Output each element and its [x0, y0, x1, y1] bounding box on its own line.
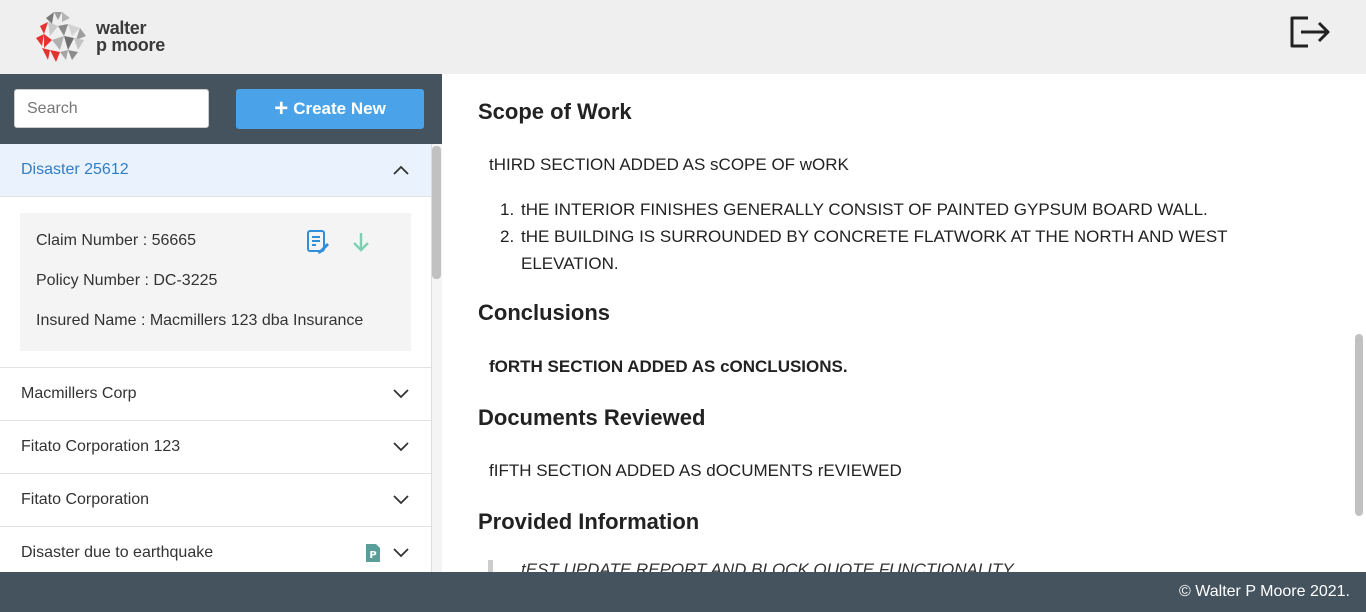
scope-heading: Scope of Work — [478, 99, 632, 124]
chevron-down-icon[interactable] — [393, 495, 409, 505]
claim-number: Claim Number : 56665 — [36, 232, 197, 249]
documents-heading: Documents Reviewed — [478, 405, 706, 430]
list-item-title: Disaster 25612 — [21, 161, 129, 178]
list-item-title: Macmillers Corp — [21, 385, 137, 402]
edit-document-icon[interactable] — [306, 229, 330, 255]
footer: © Walter P Moore 2021. — [0, 572, 1366, 612]
list-item-title: Fitato Corporation 123 — [21, 438, 181, 455]
search-input[interactable] — [14, 89, 209, 128]
provided-blockquote: tEST UPDATE REPORT AND BLOCK QUOTE FUNCT… — [488, 560, 1188, 572]
policy-number: Policy Number : DC-3225 — [36, 272, 218, 289]
sidebar-scrollbar-thumb[interactable] — [432, 146, 441, 279]
logout-icon — [1290, 16, 1330, 48]
expanded-details: Claim Number : 56665 Policy Number : DC-… — [0, 197, 431, 368]
logo-wordmark: walter p moore — [96, 19, 165, 55]
list-item: 1. tHE INTERIOR FINISHES GENERALLY CONSI… — [500, 196, 1320, 223]
list-text: tHE INTERIOR FINISHES GENERALLY CONSIST … — [521, 200, 1208, 219]
list-text: tHE BUILDING IS SURROUNDED BY CONCRETE F… — [521, 227, 1228, 273]
claim-card: Claim Number : 56665 Policy Number : DC-… — [20, 213, 411, 351]
logo-text-line2: p moore — [96, 35, 165, 55]
scope-text: tHIRD SECTION ADDED AS sCOPE OF wORK — [489, 155, 849, 174]
claims-list: Disaster 25612 Claim Number : 56665 Poli… — [0, 144, 432, 572]
provided-heading: Provided Information — [478, 509, 700, 534]
plus-icon: + — [274, 95, 289, 122]
documents-text: fIFTH SECTION ADDED AS dOCUMENTS rEVIEWE… — [489, 461, 902, 480]
list-item-title: Fitato Corporation — [21, 491, 150, 508]
list-item-disaster-25612[interactable]: Disaster 25612 — [0, 144, 431, 197]
app-header: walter p moore — [0, 0, 1366, 74]
list-item-macmillers-corp[interactable]: Macmillers Corp — [0, 368, 431, 421]
copyright-text: © Walter P Moore 2021. — [1179, 583, 1350, 600]
chevron-down-icon[interactable] — [393, 442, 409, 452]
p-document-icon[interactable]: P — [365, 543, 381, 563]
list-number: 2. — [500, 227, 515, 246]
chevron-down-icon[interactable] — [393, 548, 409, 558]
scope-list: 1. tHE INTERIOR FINISHES GENERALLY CONSI… — [500, 196, 1320, 277]
content-scrollbar-thumb[interactable] — [1355, 334, 1363, 516]
chevron-down-icon[interactable] — [393, 389, 409, 399]
conclusions-text: fORTH SECTION ADDED AS cONCLUSIONS. — [489, 357, 848, 376]
brand-logo[interactable]: walter p moore — [34, 10, 194, 64]
report-content: Scope of Work tHIRD SECTION ADDED AS sCO… — [442, 74, 1356, 572]
chevron-up-icon[interactable] — [393, 165, 409, 175]
logout-button[interactable] — [1288, 14, 1332, 50]
logo-mark-icon — [36, 12, 86, 62]
svg-text:P: P — [369, 550, 376, 561]
list-item-fitato-corporation[interactable]: Fitato Corporation — [0, 474, 431, 527]
list-number: 1. — [500, 200, 515, 219]
list-item-disaster-earthquake[interactable]: Disaster due to earthquake P — [0, 527, 431, 572]
list-item-title: Disaster due to earthquake — [21, 544, 214, 561]
conclusions-heading: Conclusions — [478, 300, 611, 325]
create-new-label: Create New — [293, 99, 386, 118]
list-item: 2. tHE BUILDING IS SURROUNDED BY CONCRET… — [500, 223, 1320, 277]
list-item-fitato-corporation-123[interactable]: Fitato Corporation 123 — [0, 421, 431, 474]
create-new-button[interactable]: + Create New — [236, 89, 424, 129]
download-arrow-icon[interactable] — [352, 231, 370, 253]
insured-name: Insured Name : Macmillers 123 dba Insura… — [36, 312, 364, 329]
